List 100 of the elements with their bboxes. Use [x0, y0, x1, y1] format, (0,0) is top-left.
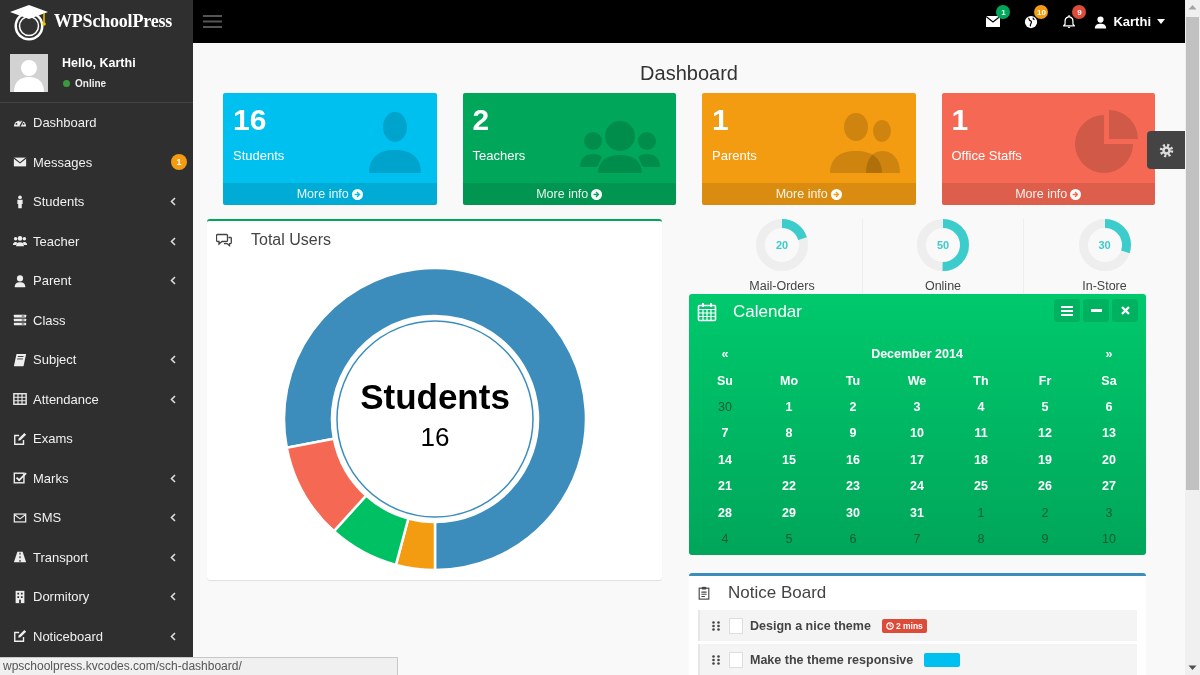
- calendar-day[interactable]: 20: [1077, 446, 1141, 473]
- calendar-day[interactable]: 9: [1013, 525, 1077, 553]
- calendar-day[interactable]: 13: [1077, 420, 1141, 447]
- calendar-day[interactable]: 24: [885, 472, 949, 500]
- chart-center-label: Students: [359, 377, 510, 416]
- user-icon: [1094, 14, 1108, 29]
- month-label[interactable]: December 2014: [757, 341, 1077, 368]
- calendar-day[interactable]: 7: [693, 420, 757, 447]
- ring-label: Online: [924, 278, 962, 294]
- globe-icon[interactable]: [1024, 14, 1039, 29]
- drag-handle-icon: [712, 620, 720, 631]
- weekday-label: Th: [972, 372, 990, 390]
- list-icon: [13, 313, 27, 328]
- settings-button[interactable]: [1147, 131, 1185, 169]
- prev-month-button[interactable]: «: [693, 341, 757, 368]
- comments-icon: [216, 232, 232, 248]
- sidebar-item[interactable]: Transport: [0, 537, 193, 577]
- envelope-icon[interactable]: [986, 16, 1001, 27]
- calendar-day[interactable]: 25: [949, 472, 1013, 500]
- calendar-day[interactable]: 7: [885, 525, 949, 553]
- calendar-day[interactable]: 30: [821, 499, 885, 526]
- calendar-icon: [697, 302, 717, 322]
- calendar-day[interactable]: 8: [757, 420, 821, 447]
- minimize-button[interactable]: [1083, 299, 1109, 322]
- calendar-day[interactable]: 4: [949, 393, 1013, 421]
- calendar-day[interactable]: 29: [757, 499, 821, 526]
- status-url: wpschoolpress.kvcodes.com/sch-dashboard/: [0, 657, 398, 675]
- sidebar-item[interactable]: Noticeboard: [0, 616, 193, 656]
- sidebar-item[interactable]: Attendance: [0, 379, 193, 419]
- calendar-day[interactable]: 2: [821, 393, 885, 421]
- calendar-day[interactable]: 30: [693, 393, 757, 421]
- sidebar-item[interactable]: Dashboard: [0, 103, 193, 143]
- calendar-day[interactable]: 10: [1077, 525, 1141, 553]
- user-greeting: Hello, Karthi: [62, 55, 136, 71]
- sidebar-item[interactable]: Teacher: [0, 221, 193, 261]
- calendar-day[interactable]: 31: [885, 499, 949, 526]
- grid-icon: [13, 392, 27, 407]
- sidebar-item[interactable]: Subject: [0, 340, 193, 380]
- calendar-day[interactable]: 23: [821, 472, 885, 500]
- scrollbar-track[interactable]: [1185, 0, 1200, 675]
- edit-icon: [13, 431, 27, 446]
- caret-icon: [1157, 19, 1165, 24]
- calendar-day[interactable]: 16: [821, 446, 885, 473]
- calendar-day[interactable]: 17: [885, 446, 949, 473]
- more-info-link[interactable]: More info: [941, 183, 1155, 205]
- checkbox[interactable]: [729, 617, 743, 634]
- calendar-day[interactable]: 6: [821, 525, 885, 553]
- bell-icon[interactable]: [1062, 14, 1077, 29]
- calendar-day[interactable]: 21: [693, 472, 757, 500]
- ring-label: Mail-Orders: [749, 278, 815, 294]
- sidebar-item[interactable]: Students: [0, 182, 193, 222]
- check-square-icon: [13, 471, 27, 486]
- calendar-day[interactable]: 10: [885, 420, 949, 447]
- sidebar-item[interactable]: Exams: [0, 419, 193, 459]
- sidebar-item[interactable]: Messages 1: [0, 142, 193, 182]
- calendar-day[interactable]: 6: [1077, 393, 1141, 421]
- calendar-day[interactable]: 11: [949, 420, 1013, 447]
- weekday-label: We: [906, 372, 928, 390]
- checkbox[interactable]: [729, 651, 743, 668]
- sidebar-item[interactable]: SMS: [0, 498, 193, 538]
- close-button[interactable]: [1112, 299, 1138, 322]
- sidebar-item[interactable]: Dormitory: [0, 577, 193, 617]
- menu-icon[interactable]: [203, 15, 222, 28]
- two-persons-icon: [829, 113, 900, 173]
- calendar-day[interactable]: 9: [821, 420, 885, 447]
- calendar-day[interactable]: 18: [949, 446, 1013, 473]
- calendar-day[interactable]: 28: [693, 499, 757, 526]
- calendar-day[interactable]: 22: [757, 472, 821, 500]
- calendar-day[interactable]: 12: [1013, 420, 1077, 447]
- calendar-day[interactable]: 2: [1013, 499, 1077, 526]
- notice-text: Make the theme responsive: [750, 652, 914, 667]
- more-info-link[interactable]: More info: [702, 183, 916, 205]
- calendar-day[interactable]: 3: [1077, 499, 1141, 526]
- more-info-link[interactable]: More info: [462, 183, 676, 205]
- menu-button[interactable]: [1054, 299, 1080, 322]
- sidebar-item[interactable]: Parent: [0, 261, 193, 301]
- calendar-day[interactable]: 26: [1013, 472, 1077, 500]
- user-menu[interactable]: Karthi: [1094, 14, 1165, 29]
- calendar-day[interactable]: 27: [1077, 472, 1141, 500]
- panel-title: Total Users: [251, 231, 332, 249]
- people-icon: [13, 234, 27, 249]
- calendar-day[interactable]: 15: [757, 446, 821, 473]
- calendar-day[interactable]: 1: [949, 499, 1013, 526]
- calendar-day[interactable]: 14: [693, 446, 757, 473]
- next-month-button[interactable]: »: [1077, 341, 1141, 368]
- stat-value: 2: [472, 102, 491, 138]
- stat-label: Students: [233, 148, 286, 164]
- calendar-day[interactable]: 8: [949, 525, 1013, 553]
- stat-label: Office Staffs: [951, 148, 1023, 164]
- calendar-day[interactable]: 5: [757, 525, 821, 553]
- calendar-day[interactable]: 19: [1013, 446, 1077, 473]
- scrollbar-thumb[interactable]: [1186, 17, 1199, 490]
- arrow-circle-icon: [830, 188, 842, 200]
- sidebar-item[interactable]: Marks: [0, 458, 193, 498]
- sidebar-item[interactable]: Class: [0, 300, 193, 340]
- calendar-day[interactable]: 4: [693, 525, 757, 553]
- calendar-day[interactable]: 5: [1013, 393, 1077, 421]
- calendar-day[interactable]: 1: [757, 393, 821, 421]
- calendar-day[interactable]: 3: [885, 393, 949, 421]
- more-info-link[interactable]: More info: [223, 183, 437, 205]
